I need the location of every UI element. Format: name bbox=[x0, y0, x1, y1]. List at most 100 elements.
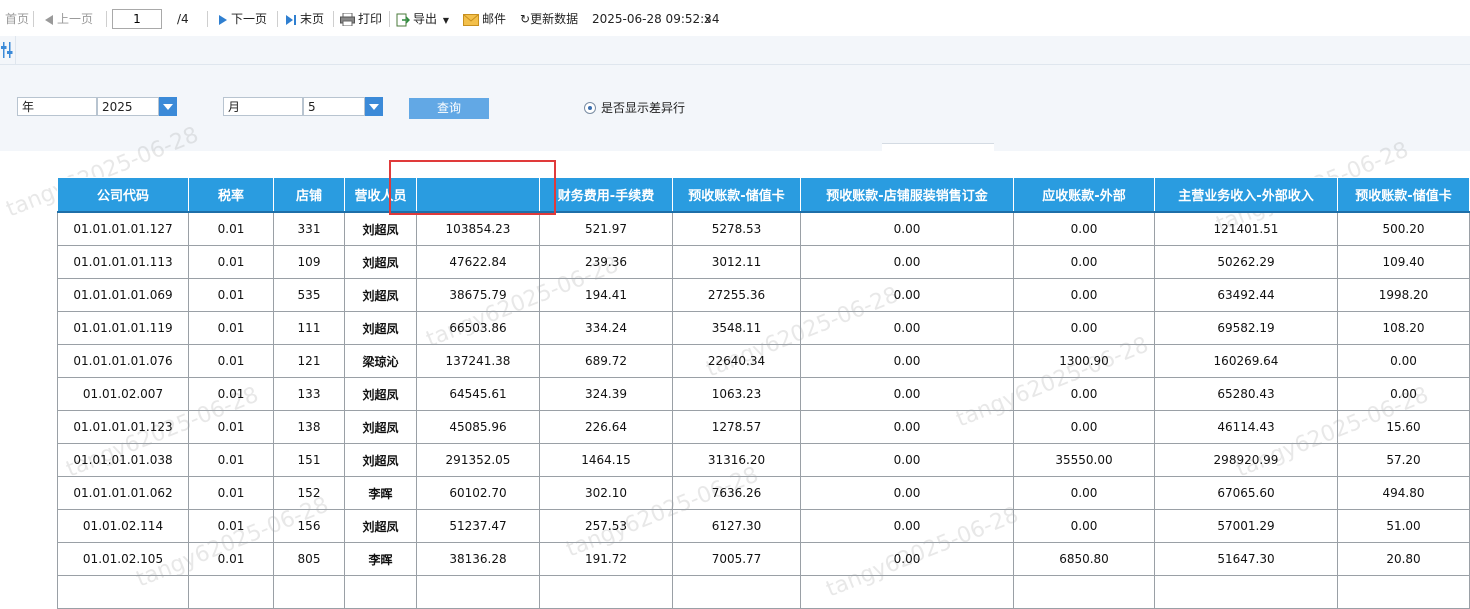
first-page-button[interactable]: 首页 bbox=[5, 11, 29, 27]
table-cell: 0.00 bbox=[800, 344, 1014, 378]
show-diff-rows-radio[interactable] bbox=[584, 102, 596, 114]
table-cell: 121 bbox=[273, 344, 345, 378]
table-cell bbox=[57, 575, 189, 609]
table-row[interactable]: 01.01.01.01.119 0.01 111 刘超凤 66503.86 334.24 3… bbox=[57, 311, 1470, 345]
table-cell: 331 bbox=[273, 211, 345, 246]
table-row[interactable]: 01.01.01.01.076 0.01 121 梁琼沁 137241.38 689.72… bbox=[57, 344, 1470, 378]
table-cell: 01.01.01.01.069 bbox=[57, 278, 189, 312]
table-cell: 47622.84 bbox=[416, 245, 540, 279]
mail-icon bbox=[463, 13, 479, 26]
table-cell: 5278.53 bbox=[672, 211, 801, 246]
table-cell: 20.80 bbox=[1337, 542, 1470, 576]
table-cell: 60102.70 bbox=[416, 476, 540, 510]
mail-button[interactable]: 邮件 bbox=[463, 11, 506, 27]
table-cell: 0.01 bbox=[188, 410, 274, 444]
table-cell: 0.01 bbox=[188, 509, 274, 543]
table-cell: 51.00 bbox=[1337, 509, 1470, 543]
table-cell: 0.00 bbox=[800, 377, 1014, 411]
table-cell bbox=[273, 575, 345, 609]
column-header[interactable]: 税率 bbox=[188, 177, 274, 213]
table-cell: 15.60 bbox=[1337, 410, 1470, 444]
table-cell: 0.01 bbox=[188, 443, 274, 477]
table-cell: 500.20 bbox=[1337, 211, 1470, 246]
table-cell: 刘超凤 bbox=[344, 211, 417, 246]
table-cell: 38136.28 bbox=[416, 542, 540, 576]
table-cell: 108.20 bbox=[1337, 311, 1470, 345]
year-label-box: 年 bbox=[17, 97, 97, 116]
table-cell: 6850.80 bbox=[1013, 542, 1155, 576]
table-row[interactable]: 01.01.01.01.113 0.01 109 刘超凤 47622.84 239.36 3… bbox=[57, 245, 1470, 279]
table-cell: 689.72 bbox=[539, 344, 673, 378]
table-cell: 521.97 bbox=[539, 211, 673, 246]
table-cell: 302.10 bbox=[539, 476, 673, 510]
column-header[interactable]: 财务费用-手续费 bbox=[539, 177, 673, 213]
column-header[interactable]: 营收人员 bbox=[344, 177, 417, 213]
table-cell bbox=[539, 575, 673, 609]
table-row[interactable]: 01.01.02.007 0.01 133 刘超凤 64545.61 324.39 1063… bbox=[57, 377, 1470, 411]
table-cell: 0.00 bbox=[1013, 278, 1155, 312]
table-row[interactable]: 01.01.01.01.127 0.01 331 刘超凤 103854.23 521.97… bbox=[57, 211, 1470, 246]
year-select[interactable]: 2025 bbox=[97, 97, 159, 116]
table-row[interactable]: 01.01.01.01.123 0.01 138 刘超凤 45085.96 226.64 1… bbox=[57, 410, 1470, 444]
table-cell: 0.00 bbox=[1013, 509, 1155, 543]
toolbar-separator bbox=[33, 11, 34, 27]
refresh-data-button[interactable]: ↻更新数据 bbox=[520, 11, 578, 27]
table-cell: 103854.23 bbox=[416, 211, 540, 246]
query-button[interactable]: 查询 bbox=[409, 98, 489, 119]
column-header[interactable]: 应收账款-外部 bbox=[1013, 177, 1155, 213]
table-cell: 刘超凤 bbox=[344, 377, 417, 411]
toggle-parameters-button[interactable] bbox=[0, 36, 16, 64]
next-page-button[interactable]: 下一页 bbox=[218, 11, 267, 27]
page-number-input[interactable] bbox=[112, 9, 162, 29]
table-cell bbox=[344, 575, 417, 609]
table-cell: 0.01 bbox=[188, 211, 274, 246]
column-header[interactable]: 预收账款-店铺服装销售订金 bbox=[800, 177, 1014, 213]
table-cell: 133 bbox=[273, 377, 345, 411]
table-cell: 0.00 bbox=[800, 410, 1014, 444]
table-row[interactable]: 01.01.01.01.069 0.01 535 刘超凤 38675.79 194.41 2… bbox=[57, 278, 1470, 312]
year-dropdown-button[interactable] bbox=[159, 97, 177, 116]
column-header[interactable]: 预收账款-储值卡 bbox=[1337, 177, 1470, 213]
table-cell: 0.00 bbox=[800, 509, 1014, 543]
table-cell: 6127.30 bbox=[672, 509, 801, 543]
toolbar-separator bbox=[333, 11, 334, 27]
column-header[interactable]: 公司代码 bbox=[57, 177, 189, 213]
prev-page-button[interactable]: 上一页 bbox=[44, 11, 93, 27]
table-cell: 239.36 bbox=[539, 245, 673, 279]
table-row[interactable]: 01.01.01.01.062 0.01 152 李晖 60102.70 302.10 76… bbox=[57, 476, 1470, 510]
column-header[interactable]: 店铺 bbox=[273, 177, 345, 213]
panel-collapse-handle[interactable] bbox=[882, 143, 994, 152]
month-dropdown-button[interactable] bbox=[365, 97, 383, 116]
export-dropdown[interactable]: 导出 ▼ bbox=[396, 11, 449, 27]
table-cell: 51647.30 bbox=[1154, 542, 1338, 576]
column-header[interactable]: 预收账款-储值卡 bbox=[672, 177, 801, 213]
next-arrow-icon bbox=[219, 14, 227, 25]
table-cell: 01.01.01.01.076 bbox=[57, 344, 189, 378]
table-cell: 梁琼沁 bbox=[344, 344, 417, 378]
month-label-box: 月 bbox=[223, 97, 303, 116]
table-cell bbox=[800, 575, 1014, 609]
table-cell: 0.00 bbox=[800, 311, 1014, 345]
table-cell: 137241.38 bbox=[416, 344, 540, 378]
table-row[interactable]: 01.01.02.105 0.01 805 李晖 38136.28 191.72 7005.… bbox=[57, 542, 1470, 576]
table-cell: 57001.29 bbox=[1154, 509, 1338, 543]
last-page-button[interactable]: 末页 bbox=[285, 11, 324, 27]
table-row[interactable]: 01.01.02.114 0.01 156 刘超凤 51237.47 257.53 6127… bbox=[57, 509, 1470, 543]
table-row[interactable] bbox=[57, 575, 1470, 609]
table-cell: 0.00 bbox=[1013, 245, 1155, 279]
table-cell: 01.01.01.01.127 bbox=[57, 211, 189, 246]
sliders-icon bbox=[1, 42, 13, 58]
toolbar-separator bbox=[106, 11, 107, 27]
table-cell bbox=[1337, 575, 1470, 609]
table-cell: 刘超凤 bbox=[344, 245, 417, 279]
last-page-icon bbox=[286, 14, 296, 25]
report-toolbar: 首页 上一页 /4 下一页 末页 打印 导出 ▼ 邮件 ↻更新数据 2025-0… bbox=[0, 0, 1470, 37]
print-button[interactable]: 打印 bbox=[340, 11, 382, 27]
table-row[interactable]: 01.01.01.01.038 0.01 151 刘超凤 291352.05 1464.1… bbox=[57, 443, 1470, 477]
close-button[interactable]: x bbox=[704, 11, 711, 27]
table-cell: 291352.05 bbox=[416, 443, 540, 477]
column-header[interactable] bbox=[416, 177, 540, 213]
table-cell: 李晖 bbox=[344, 542, 417, 576]
column-header[interactable]: 主营业务收入-外部收入 bbox=[1154, 177, 1338, 213]
month-select[interactable]: 5 bbox=[303, 97, 365, 116]
